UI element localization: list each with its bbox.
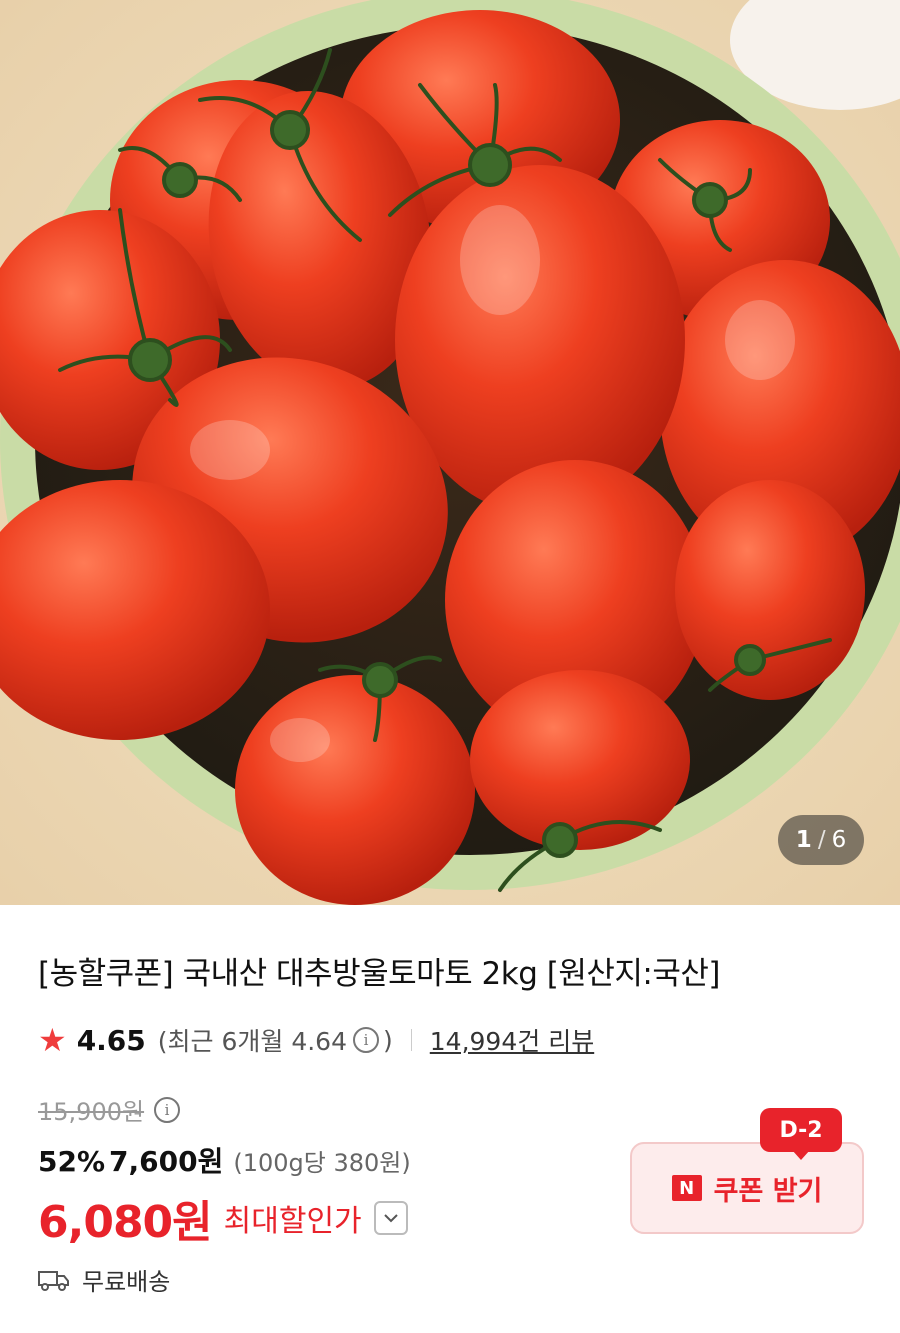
chevron-down-icon[interactable]	[373, 1201, 408, 1235]
image-page-indicator: 1 / 6	[778, 815, 864, 865]
recent-rating: (최근 6개월 4.64 i )	[158, 1022, 393, 1058]
divider	[410, 1029, 412, 1051]
product-image[interactable]: 1 / 6	[0, 0, 900, 905]
truck-icon	[38, 1270, 69, 1291]
original-price-row: 15,900원 i	[38, 1092, 184, 1127]
discount-price: 7,600원	[109, 1145, 224, 1178]
star-icon: ★	[38, 1021, 67, 1059]
naver-logo-icon: N	[671, 1175, 702, 1201]
shipping-row: 무료배송	[38, 1262, 170, 1297]
image-total-count: 6	[831, 827, 847, 853]
info-icon[interactable]: i	[353, 1027, 379, 1053]
d-day-badge: D-2	[760, 1108, 842, 1152]
final-price: 6,080원	[38, 1197, 213, 1248]
product-title: [농할쿠폰] 국내산 대추방울토마토 2kg [원산지:국산]	[38, 956, 720, 992]
d-day-badge-tail	[792, 1150, 810, 1160]
recent-rating-text: (최근 6개월 4.64	[157, 1027, 347, 1056]
recent-rating-close: )	[383, 1025, 393, 1055]
get-coupon-label: 쿠폰 받기	[713, 1175, 823, 1207]
image-index-separator: /	[817, 827, 826, 853]
discount-percent: 52%	[38, 1145, 106, 1178]
unit-price: (100g당 380원)	[233, 1149, 411, 1177]
final-price-row: 6,080원 최대할인가	[38, 1186, 408, 1250]
rating-row: ★ 4.65 (최근 6개월 4.64 i ) 14,994건 리뷰	[38, 1020, 594, 1060]
image-current-index: 1	[795, 827, 812, 853]
reviews-link[interactable]: 14,994건 리뷰	[430, 1022, 594, 1058]
get-coupon-button[interactable]: N 쿠폰 받기	[630, 1142, 864, 1234]
free-shipping-label: 무료배송	[82, 1268, 171, 1296]
price-info-icon[interactable]: i	[154, 1096, 181, 1123]
original-price: 15,900원	[38, 1098, 145, 1126]
discount-price-row: 52% 7,600원 (100g당 380원)	[38, 1140, 411, 1180]
tomato-bowl-illustration	[0, 0, 900, 905]
max-discount-label: 최대할인가	[223, 1204, 362, 1239]
rating-score: 4.65	[76, 1023, 146, 1057]
